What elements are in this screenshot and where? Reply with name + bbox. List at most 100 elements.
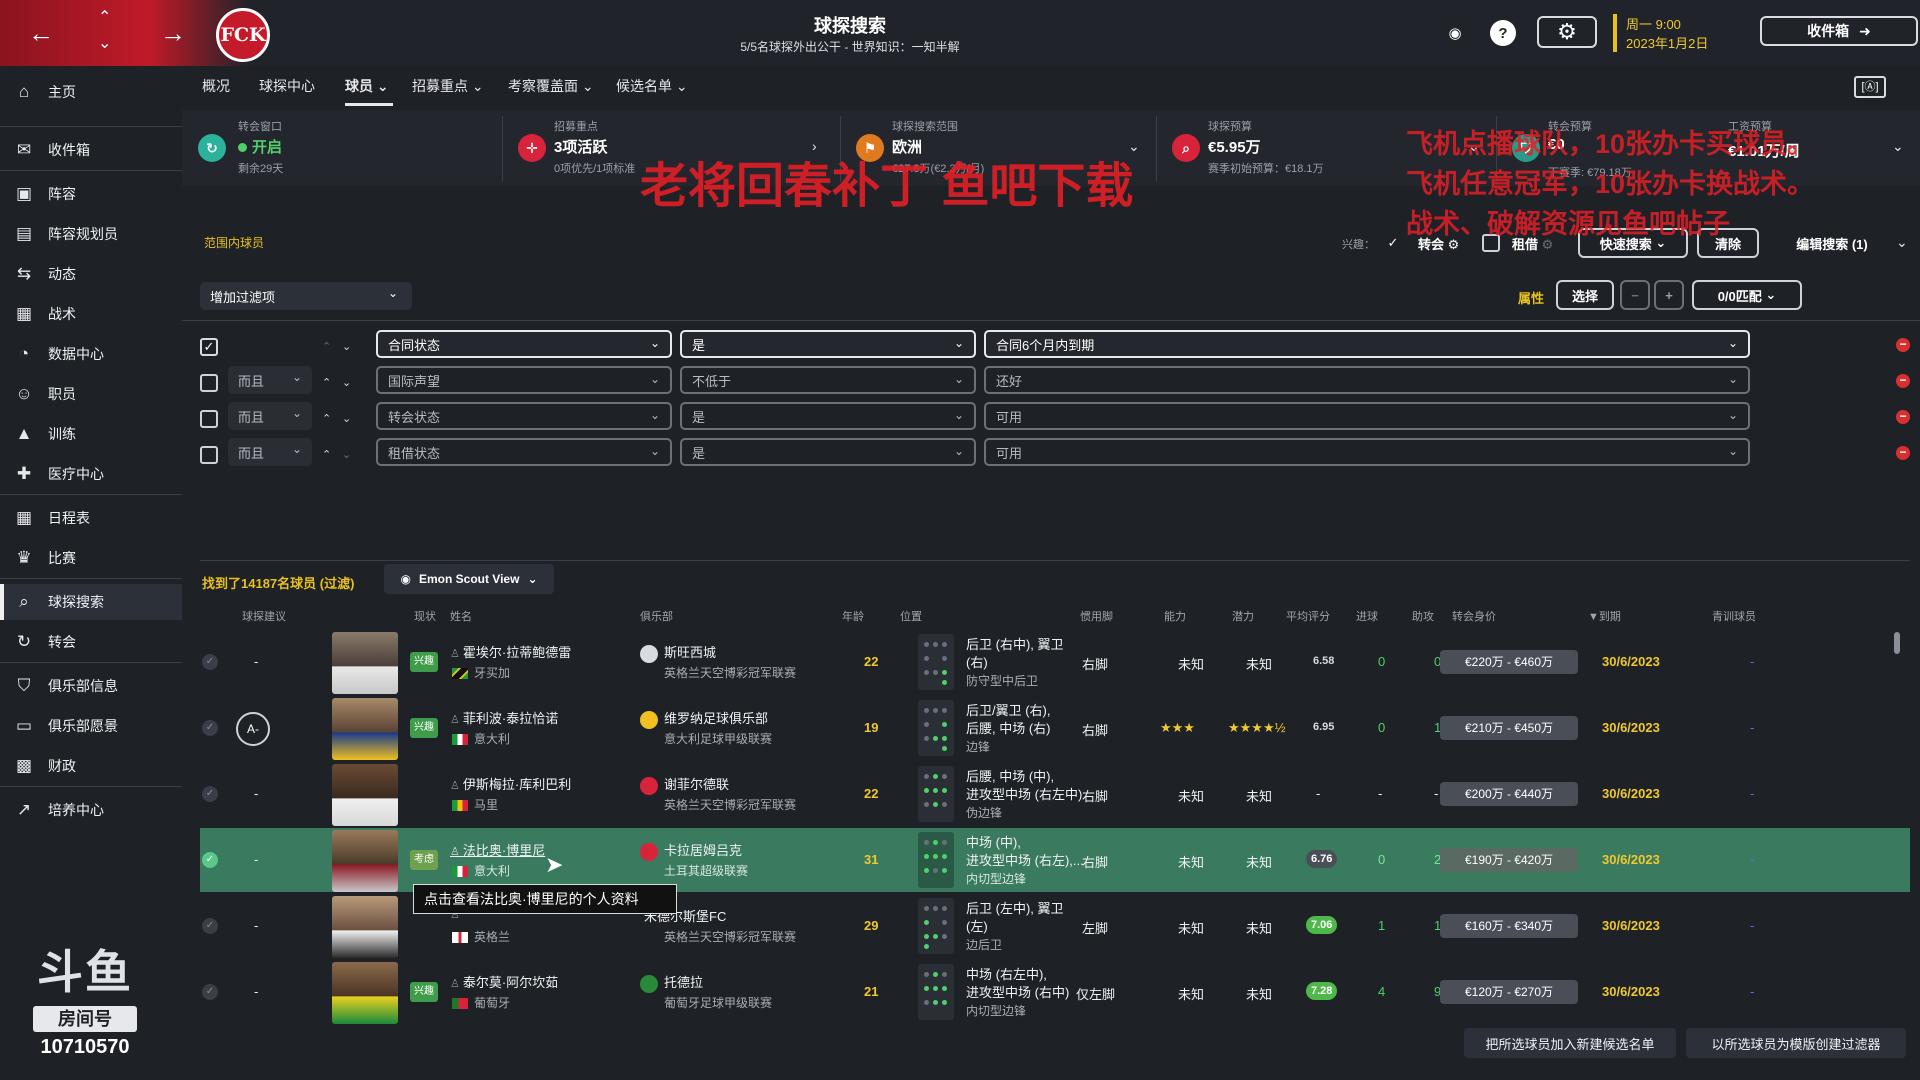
filter-row-checkbox[interactable] — [200, 374, 218, 392]
remove-filter-icon[interactable]: − — [1896, 410, 1910, 424]
select-button[interactable]: 选择 — [1556, 280, 1614, 310]
player-name-cell[interactable]: ♙ 伊斯梅拉·库利巴利 — [450, 774, 571, 793]
remove-filter-icon[interactable]: − — [1896, 338, 1910, 352]
club-crest-icon[interactable]: FCK — [216, 8, 270, 62]
move-up-icon[interactable]: ⌃ — [322, 340, 331, 353]
club-cell[interactable]: 托德拉 — [640, 972, 703, 993]
sidebar-item-schedule[interactable]: ▦ 日程表 — [0, 500, 182, 536]
column-header[interactable]: 转会身价 — [1452, 608, 1496, 624]
filter-operator-dropdown[interactable]: 是 ⌄ — [680, 330, 976, 358]
filter-row-checkbox[interactable]: ✓ — [200, 338, 218, 356]
player-row[interactable]: ✓ - 兴趣 ♙ 泰尔莫·阿尔坎茹 葡萄牙 托德拉 葡萄牙足球甲级联赛 21 中… — [200, 960, 1910, 1024]
sidebar-item-development[interactable]: ↗ 培养中心 — [0, 792, 182, 828]
tab-shortlist[interactable]: 候选名单 ⌄ — [616, 76, 688, 106]
column-header[interactable]: 俱乐部 — [640, 608, 673, 624]
filter-join-dropdown[interactable]: 而且 ⌄ — [228, 438, 312, 466]
column-header[interactable]: 球探建议 — [242, 608, 286, 624]
column-header[interactable]: ▼到期 — [1588, 608, 1621, 624]
row-select-checkbox[interactable]: ✓ — [202, 720, 218, 736]
sidebar-item-finances[interactable]: ▩ 财政 — [0, 748, 182, 784]
player-name-cell[interactable]: ♙ 法比奥·博里尼 — [450, 840, 545, 859]
row-select-checkbox[interactable]: ✓ — [202, 984, 218, 1000]
move-down-icon[interactable]: ⌄ — [342, 376, 351, 389]
player-name-cell[interactable]: ♙ 泰尔莫·阿尔坎茹 — [450, 972, 558, 991]
player-row-selected[interactable]: ✓ - 考虑 ♙ 法比奥·博里尼 意大利 卡拉居姆吕克 土耳其超级联赛 31 中… — [200, 828, 1910, 892]
column-header[interactable]: 现状 — [414, 608, 436, 624]
globe-icon[interactable]: ◉ — [1442, 20, 1468, 46]
column-header[interactable]: 年龄 — [842, 608, 864, 624]
move-down-icon[interactable]: ⌄ — [342, 448, 351, 461]
settings-button[interactable]: ⚙ — [1537, 16, 1597, 48]
filter-field-dropdown[interactable]: 转会状态 ⌄ — [376, 402, 672, 430]
tab-coverage[interactable]: 考察覆盖面 ⌄ — [508, 76, 594, 106]
club-cell[interactable]: 斯旺西城 — [640, 642, 716, 663]
sidebar-item-tactics[interactable]: ▦ 战术 — [0, 296, 182, 332]
column-header[interactable]: 青训球员 — [1712, 608, 1756, 624]
remove-filter-icon[interactable]: − — [1896, 446, 1910, 460]
player-row[interactable]: ✓ - 兴趣 ♙ 霍埃尔·拉蒂鲍德雷 牙买加 斯旺西城 英格兰天空博彩冠军联赛 … — [200, 630, 1910, 694]
filter-join-dropdown[interactable]: 而且 ⌄ — [228, 366, 312, 394]
sidebar-item-home[interactable]: ⌂ 主页 — [0, 74, 182, 110]
sidebar-item-staff[interactable]: ☺ 职员 — [0, 376, 182, 412]
club-cell[interactable]: 卡拉居姆吕克 — [640, 840, 742, 861]
fullscreen-icon[interactable]: [Ⓐ] — [1854, 76, 1886, 98]
column-header[interactable]: 潜力 — [1232, 608, 1254, 624]
sidebar-item-medical[interactable]: ✚ 医疗中心 — [0, 456, 182, 492]
up-chevron-icon[interactable]: ⌃ — [98, 10, 111, 26]
club-cell[interactable]: 维罗纳足球俱乐部 — [640, 708, 768, 729]
forward-arrow-icon[interactable]: → — [160, 20, 186, 46]
chevron-down-icon[interactable]: ⌄ — [1892, 138, 1904, 155]
column-header[interactable]: 能力 — [1164, 608, 1186, 624]
move-down-icon[interactable]: ⌄ — [342, 412, 351, 425]
move-down-icon[interactable]: ⌄ — [342, 340, 351, 353]
add-to-new-shortlist-button[interactable]: 把所选球员加入新建候选名单 — [1464, 1028, 1676, 1058]
filter-field-dropdown[interactable]: 国际声望 ⌄ — [376, 366, 672, 394]
player-row[interactable]: ✓ A- 兴趣 ♙ 菲利波·泰拉恰诺 意大利 维罗纳足球俱乐部 意大利足球甲级联… — [200, 696, 1910, 760]
decrease-button[interactable]: − — [1620, 280, 1650, 310]
help-icon[interactable]: ? — [1490, 20, 1516, 46]
tab-players[interactable]: 球员 ⌄ — [345, 76, 393, 106]
move-up-icon[interactable]: ⌃ — [322, 376, 331, 389]
player-row[interactable]: ✓ - ♙ 伊斯梅拉·库利巴利 马里 谢菲尔德联 英格兰天空博彩冠军联赛 22 … — [200, 762, 1910, 826]
filter-join-dropdown[interactable]: 而且 ⌄ — [228, 402, 312, 430]
match-dropdown[interactable]: 0/0匹配 ⌄ — [1692, 280, 1802, 310]
filter-value-dropdown[interactable]: 还好 ⌄ — [984, 366, 1750, 394]
sidebar-item-club-vision[interactable]: ▭ 俱乐部愿景 — [0, 708, 182, 744]
create-filter-from-selection-button[interactable]: 以所选球员为模版创建过滤器 — [1686, 1028, 1906, 1058]
tab-recruitment-focus[interactable]: 招募重点 ⌄ — [412, 76, 484, 106]
player-photo[interactable] — [332, 698, 398, 760]
chevron-down-icon[interactable]: ⌄ — [1896, 234, 1908, 251]
filter-operator-dropdown[interactable]: 是 ⌄ — [680, 402, 976, 430]
filter-operator-dropdown[interactable]: 不低于 ⌄ — [680, 366, 976, 394]
row-select-checkbox[interactable]: ✓ — [202, 918, 218, 934]
filter-operator-dropdown[interactable]: 是 ⌄ — [680, 438, 976, 466]
increase-button[interactable]: + — [1654, 280, 1684, 310]
filter-value-dropdown[interactable]: 合同6个月内到期 ⌄ — [984, 330, 1750, 358]
filter-field-dropdown[interactable]: 租借状态 ⌄ — [376, 438, 672, 466]
player-name-cell[interactable]: ♙ 菲利波·泰拉恰诺 — [450, 708, 558, 727]
row-select-checkbox[interactable]: ✓ — [202, 786, 218, 802]
player-photo[interactable] — [332, 896, 398, 958]
sidebar-item-data-hub[interactable]: ◔ 数据中心 — [0, 336, 182, 372]
add-filter-dropdown[interactable]: 增加过滤项 ⌄ — [200, 282, 412, 310]
player-photo[interactable] — [332, 830, 398, 892]
move-up-icon[interactable]: ⌃ — [322, 412, 331, 425]
player-name-cell[interactable]: ♙ 霍埃尔·拉蒂鲍德雷 — [450, 642, 571, 661]
row-select-checkbox[interactable]: ✓ — [202, 654, 218, 670]
player-photo[interactable] — [332, 764, 398, 826]
filter-row-checkbox[interactable] — [200, 446, 218, 464]
player-photo[interactable] — [332, 962, 398, 1024]
sidebar-item-competitions[interactable]: ♛ 比赛 — [0, 540, 182, 576]
column-header[interactable]: 惯用脚 — [1080, 608, 1113, 624]
sidebar-item-dynamics[interactable]: ⇆ 动态 — [0, 256, 182, 292]
club-cell[interactable]: 谢菲尔德联 — [640, 774, 729, 795]
edit-search-button[interactable]: 编辑搜索 (1) — [1768, 228, 1896, 258]
column-header[interactable]: 平均评分 — [1286, 608, 1330, 624]
filter-row-checkbox[interactable] — [200, 410, 218, 428]
tab-overview[interactable]: 概况 — [202, 76, 230, 106]
sidebar-item-squad-planner[interactable]: ▤ 阵容规划员 — [0, 216, 182, 252]
inbox-continue-button[interactable]: 收件箱 ➜ — [1760, 16, 1918, 46]
results-scrollbar[interactable] — [1894, 632, 1900, 654]
view-selector[interactable]: ◉ Emon Scout View ⌄ — [384, 564, 554, 594]
down-chevron-icon[interactable]: ⌄ — [98, 36, 111, 52]
